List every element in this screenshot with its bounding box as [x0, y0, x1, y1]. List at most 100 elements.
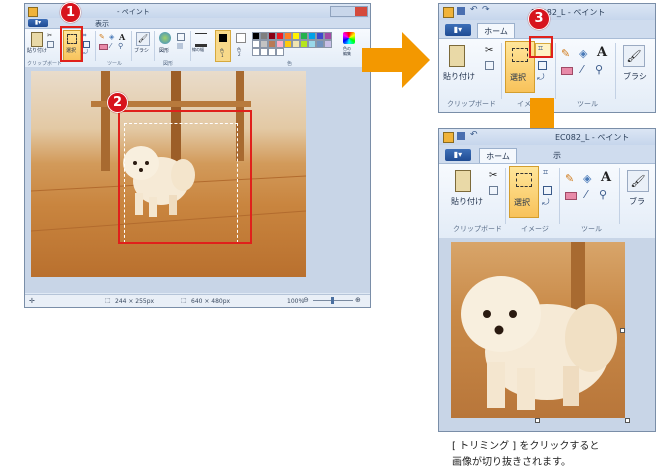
color-swatch[interactable]: [276, 40, 284, 48]
color-swatch[interactable]: [300, 32, 308, 40]
color2-sub: 2: [238, 52, 241, 57]
paste-icon[interactable]: [449, 45, 465, 67]
group-label-tools: ツール: [581, 225, 602, 233]
file-menu-button[interactable]: ▮▾: [445, 149, 471, 161]
color-swatch[interactable]: [252, 32, 260, 40]
fill-icon[interactable]: ◈: [583, 172, 591, 185]
magnifier-icon[interactable]: ⚲: [595, 63, 603, 76]
resize-handle-corner[interactable]: [625, 418, 630, 423]
edit-colors-icon[interactable]: [343, 32, 355, 44]
undo-icon[interactable]: ↶: [470, 5, 478, 15]
eraser-icon[interactable]: [561, 67, 573, 75]
step-3-badge: 3: [528, 8, 550, 30]
brush-icon[interactable]: 🖌: [623, 45, 645, 67]
text-icon[interactable]: A: [119, 32, 125, 42]
color-swatch[interactable]: [260, 48, 268, 56]
image-size: 640 × 480px: [191, 298, 231, 305]
color-swatch[interactable]: [276, 48, 284, 56]
cropped-image[interactable]: [451, 242, 625, 418]
rotate-icon[interactable]: ⤾: [83, 49, 88, 57]
color-swatch[interactable]: [268, 48, 276, 56]
fill-shape-icon[interactable]: [177, 43, 183, 49]
tab-view[interactable]: 示: [553, 150, 561, 161]
cut-icon[interactable]: ✂: [47, 32, 52, 39]
rotate-icon[interactable]: ⤾: [542, 198, 550, 208]
paste-icon[interactable]: [31, 32, 43, 47]
magnifier-icon[interactable]: ⚲: [599, 188, 607, 201]
color-swatch[interactable]: [324, 40, 332, 48]
color-swatch[interactable]: [260, 32, 268, 40]
resize-handle-bottom[interactable]: [535, 418, 540, 423]
color-swatch[interactable]: [316, 32, 324, 40]
file-menu-button[interactable]: ▮▾: [28, 19, 48, 27]
undo-icon[interactable]: ↶: [470, 130, 478, 140]
crop-icon[interactable]: ⌗: [83, 32, 86, 40]
rotate-icon[interactable]: ⤾: [537, 73, 545, 83]
color-swatch[interactable]: [292, 40, 300, 48]
copy-icon[interactable]: [485, 61, 494, 70]
resize-icon[interactable]: [83, 41, 90, 48]
pencil-icon[interactable]: ✎: [99, 33, 105, 41]
picker-icon[interactable]: ⁄: [585, 188, 587, 201]
text-icon[interactable]: A: [601, 170, 611, 185]
redo-icon[interactable]: ↷: [482, 5, 490, 15]
color-swatch[interactable]: [276, 32, 284, 40]
color-swatch[interactable]: [316, 40, 324, 48]
brush-icon[interactable]: 🖌: [627, 170, 649, 192]
eraser-icon[interactable]: [565, 192, 577, 200]
color-swatch[interactable]: [268, 40, 276, 48]
color-swatch[interactable]: [252, 40, 260, 48]
select-button[interactable]: 選択: [509, 166, 539, 218]
picker-icon[interactable]: ⁄: [110, 42, 111, 50]
color-swatch[interactable]: [308, 32, 316, 40]
line-size-icon[interactable]: [195, 33, 207, 47]
color-swatch[interactable]: [300, 40, 308, 48]
zoom-slider-thumb[interactable]: [331, 297, 334, 304]
resize-icon[interactable]: [543, 186, 552, 195]
text-icon[interactable]: A: [597, 45, 607, 60]
color-swatch[interactable]: [252, 48, 260, 56]
zoom-out-icon[interactable]: ⊖: [303, 296, 309, 304]
color-swatch[interactable]: [284, 40, 292, 48]
pencil-icon[interactable]: ✎: [565, 172, 574, 185]
pencil-icon[interactable]: ✎: [561, 47, 570, 60]
shapes-icon[interactable]: [159, 32, 171, 44]
outline-icon[interactable]: [177, 33, 185, 41]
copy-icon[interactable]: [489, 186, 498, 195]
save-icon[interactable]: [457, 132, 465, 140]
separator: [559, 168, 560, 224]
separator: [95, 31, 96, 61]
magnifier-icon[interactable]: ⚲: [118, 42, 123, 50]
color-swatch[interactable]: [324, 32, 332, 40]
crop-icon[interactable]: ⌗: [543, 168, 548, 178]
color-palette[interactable]: [252, 32, 336, 56]
color-swatch[interactable]: [308, 40, 316, 48]
zoom-in-icon[interactable]: ⊕: [355, 296, 361, 304]
color1-button[interactable]: 色 1: [215, 30, 231, 62]
tab-home[interactable]: ホーム: [479, 148, 517, 164]
eraser-icon[interactable]: [99, 44, 108, 50]
color1-swatch: [219, 34, 227, 42]
resize-icon[interactable]: [538, 61, 547, 70]
separator: [615, 43, 616, 99]
picker-icon[interactable]: ⁄: [581, 63, 583, 76]
fill-icon[interactable]: ◈: [109, 33, 114, 41]
fill-icon[interactable]: ◈: [579, 47, 587, 60]
cut-icon[interactable]: ✂: [489, 170, 497, 181]
cut-icon[interactable]: ✂: [485, 45, 493, 56]
color-swatch[interactable]: [292, 32, 300, 40]
brush-icon[interactable]: 🖌: [136, 32, 150, 46]
color-swatch[interactable]: [284, 32, 292, 40]
select-icon: [512, 48, 528, 62]
crop-handle-right[interactable]: [620, 328, 625, 333]
copy-icon[interactable]: [47, 41, 54, 48]
color-swatch[interactable]: [260, 40, 268, 48]
tab-home[interactable]: ホーム: [477, 23, 515, 39]
color2-button[interactable]: 色 2: [233, 30, 247, 60]
paste-icon[interactable]: [455, 170, 471, 192]
file-menu-button[interactable]: ▮▾: [445, 24, 471, 36]
save-icon[interactable]: [457, 7, 465, 15]
color-swatch[interactable]: [268, 32, 276, 40]
window-controls[interactable]: [330, 6, 368, 17]
zoom-level: 100%: [287, 298, 305, 305]
